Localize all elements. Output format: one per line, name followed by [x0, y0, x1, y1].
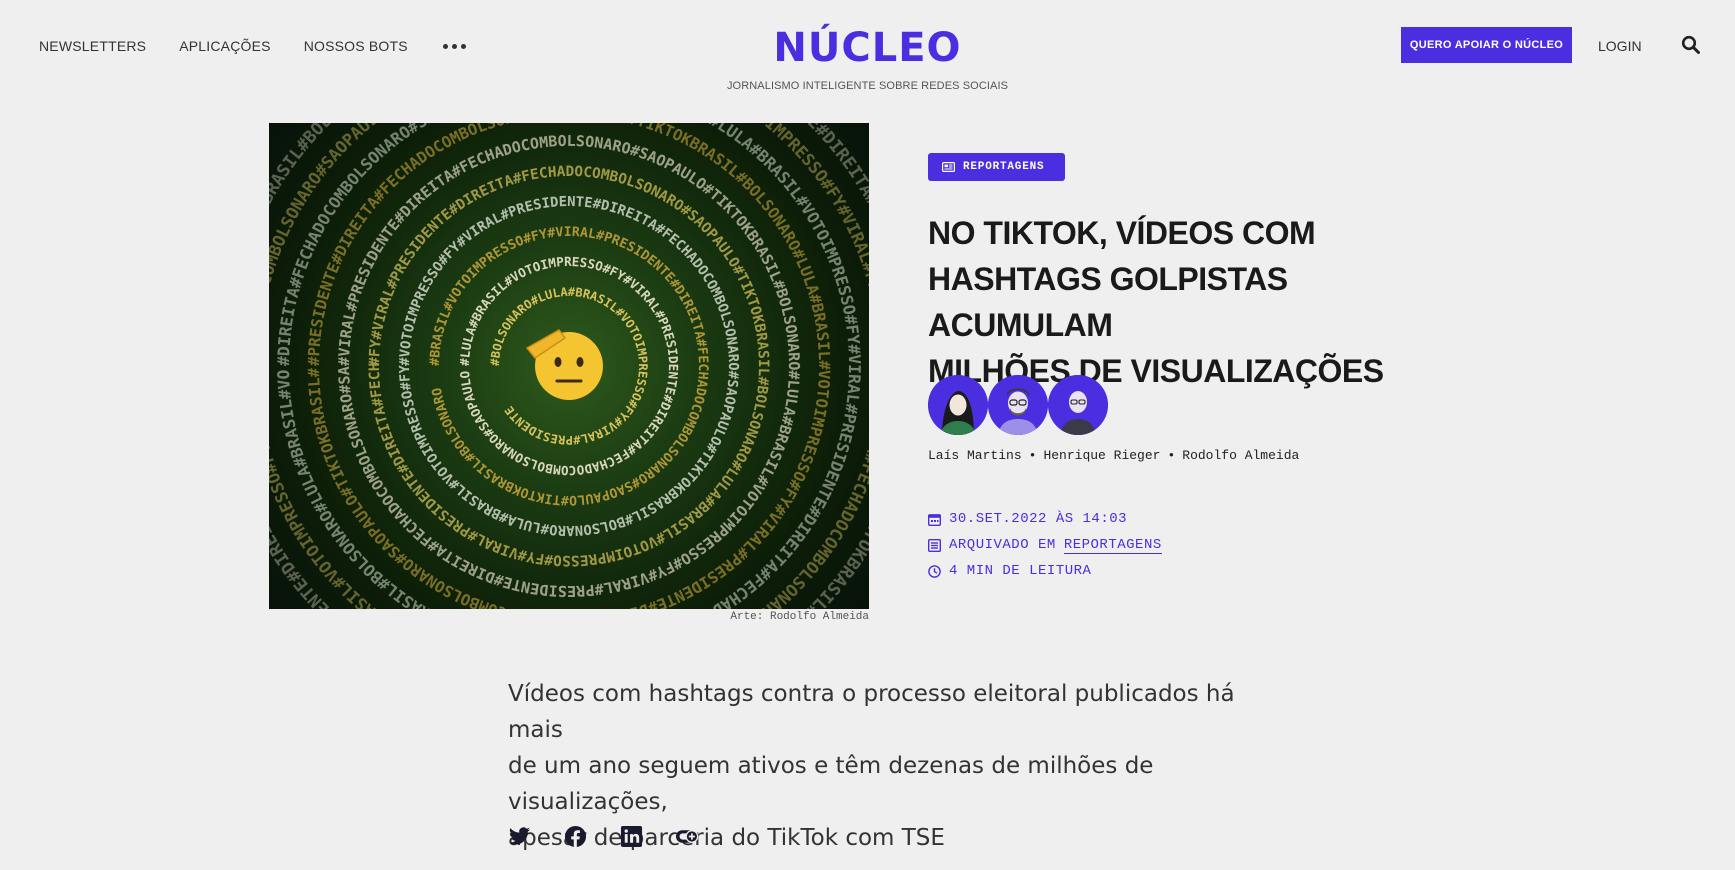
summary-line: de um ano seguem ativos e têm dezenas de…: [508, 753, 1154, 815]
nav-nossos-bots[interactable]: NOSSOS BOTS: [304, 38, 408, 54]
portrait-icon: [988, 375, 1048, 435]
linkedin-icon[interactable]: [620, 825, 643, 848]
share-bar: [508, 825, 699, 848]
article-headline: NO TIKTOK, VÍDEOS COM HASHTAGS GOLPISTAS…: [928, 210, 1428, 394]
author-separator: •: [1167, 448, 1176, 463]
category-badge[interactable]: REPORTAGENS: [928, 153, 1065, 181]
author-name[interactable]: Rodolfo Almeida: [1182, 448, 1299, 463]
publish-date: 30.SET.2022 ÀS 14:03: [949, 511, 1128, 527]
article-meta: 30.SET.2022 ÀS 14:03 ARQUIVADO EM REPORT…: [928, 506, 1162, 584]
nav-aplicacoes[interactable]: APLICAÇÕES: [179, 38, 270, 54]
avatar-henrique-rieger[interactable]: [988, 375, 1048, 435]
author-avatars: [928, 375, 1108, 435]
reading-time: 4 MIN DE LEITURA: [949, 563, 1092, 579]
main-nav: NEWSLETTERS APLICAÇÕES NOSSOS BOTS: [39, 38, 468, 54]
portrait-icon: [928, 375, 988, 435]
portrait-icon: [1048, 375, 1108, 435]
nav-newsletters[interactable]: NEWSLETTERS: [39, 38, 146, 54]
headline-line: NO TIKTOK, VÍDEOS COM: [928, 215, 1316, 251]
login-link[interactable]: LOGIN: [1598, 38, 1642, 54]
list-icon: [928, 538, 941, 552]
copy-link-icon[interactable]: [676, 825, 699, 848]
newspaper-icon: [942, 162, 955, 172]
publish-date-row: 30.SET.2022 ÀS 14:03: [928, 506, 1162, 532]
author-names: Laís Martins • Henrique Rieger • Rodolfo Alm…: [928, 448, 1299, 463]
image-caption: Arte: Rodolfo Almeida: [730, 611, 869, 623]
site-tagline: JORNALISMO INTELIGENTE SOBRE REDES SOCIA…: [726, 80, 1009, 92]
more-dots-icon[interactable]: [441, 43, 468, 49]
headline-line: HASHTAGS GOLPISTAS ACUMULAM: [928, 261, 1288, 343]
author-separator: •: [1028, 448, 1037, 463]
calendar-icon: [928, 513, 941, 526]
avatar-rodolfo-almeida[interactable]: [1048, 375, 1108, 435]
twitter-icon[interactable]: [508, 825, 531, 848]
author-name[interactable]: Laís Martins: [928, 448, 1022, 463]
avatar-lais-martins[interactable]: [928, 375, 988, 435]
summary-line: Vídeos com hashtags contra o processo el…: [508, 681, 1235, 743]
author-name[interactable]: Henrique Rieger: [1043, 448, 1160, 463]
category-label: REPORTAGENS: [963, 161, 1045, 173]
archived-category-link[interactable]: REPORTAGENS: [1063, 537, 1162, 554]
hashtag-spiral-art: #BOLSONARO#LULA#BRASIL#VOTOIMPRESSO#FY#V…: [269, 123, 869, 609]
clock-icon: [928, 564, 941, 578]
site-logo[interactable]: NÚCLEO: [773, 26, 961, 70]
support-button[interactable]: QUERO APOIAR O NÚCLEO: [1401, 27, 1572, 63]
saluting-face-emoji: [525, 329, 603, 400]
archived-row: ARQUIVADO EM REPORTAGENS: [928, 532, 1162, 558]
search-icon[interactable]: [1681, 35, 1701, 55]
hero-image: #BOLSONARO#LULA#BRASIL#VOTOIMPRESSO#FY#V…: [269, 123, 869, 609]
archived-prefix: ARQUIVADO EM: [949, 537, 1056, 553]
reading-time-row: 4 MIN DE LEITURA: [928, 558, 1162, 584]
facebook-icon[interactable]: [564, 825, 587, 848]
